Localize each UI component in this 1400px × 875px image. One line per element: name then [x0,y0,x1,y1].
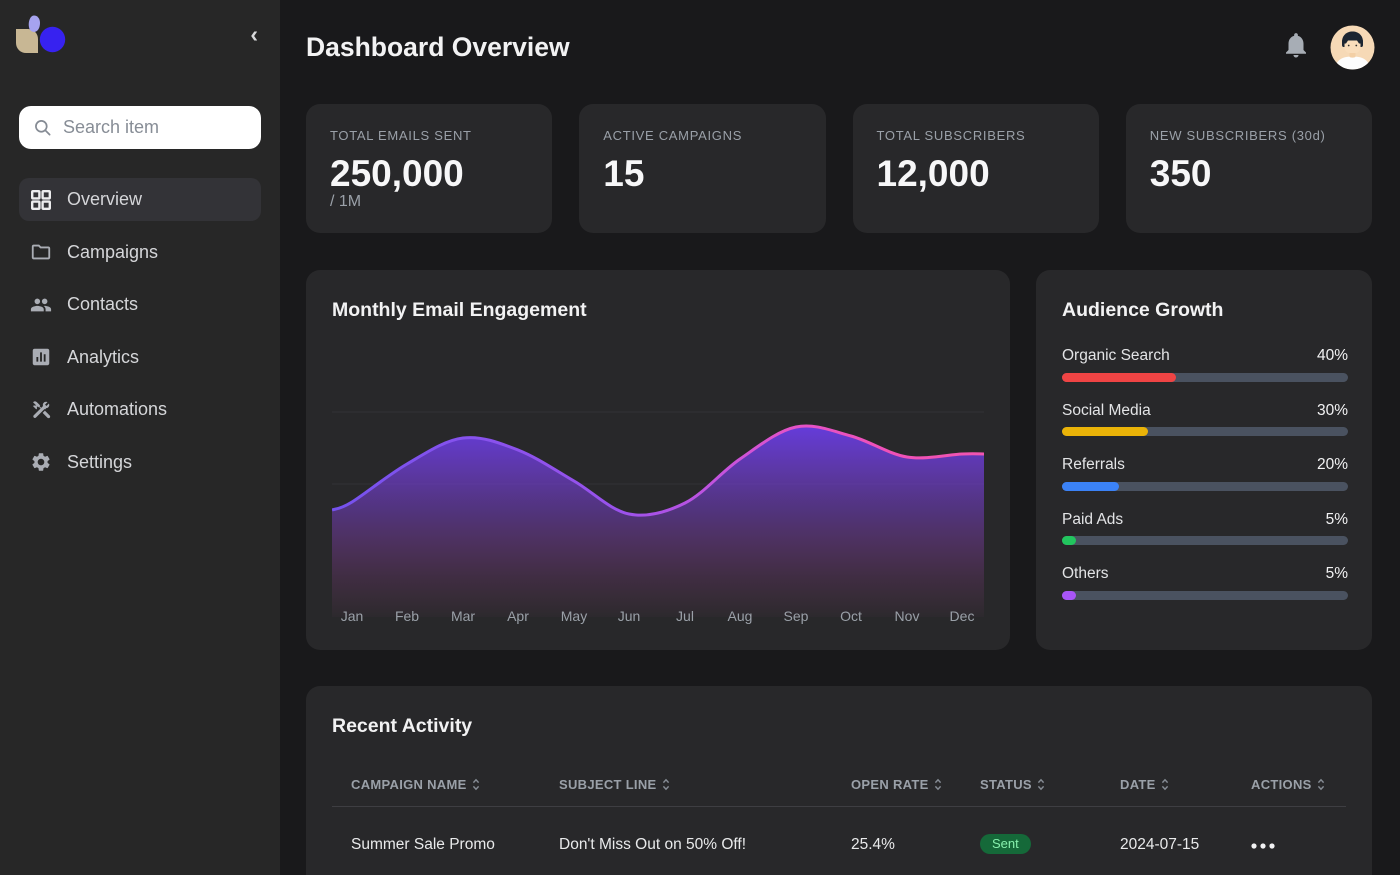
svg-text:Jul: Jul [676,608,694,624]
svg-text:Sep: Sep [784,608,809,624]
svg-text:Nov: Nov [895,608,920,624]
svg-text:Oct: Oct [840,608,862,624]
svg-text:May: May [561,608,587,624]
svg-text:Apr: Apr [507,608,529,624]
svg-text:Mar: Mar [451,608,475,624]
svg-text:Dec: Dec [950,608,975,624]
svg-text:Feb: Feb [395,608,419,624]
svg-text:Jun: Jun [618,608,641,624]
svg-text:Aug: Aug [728,608,753,624]
svg-text:Jan: Jan [341,608,364,624]
